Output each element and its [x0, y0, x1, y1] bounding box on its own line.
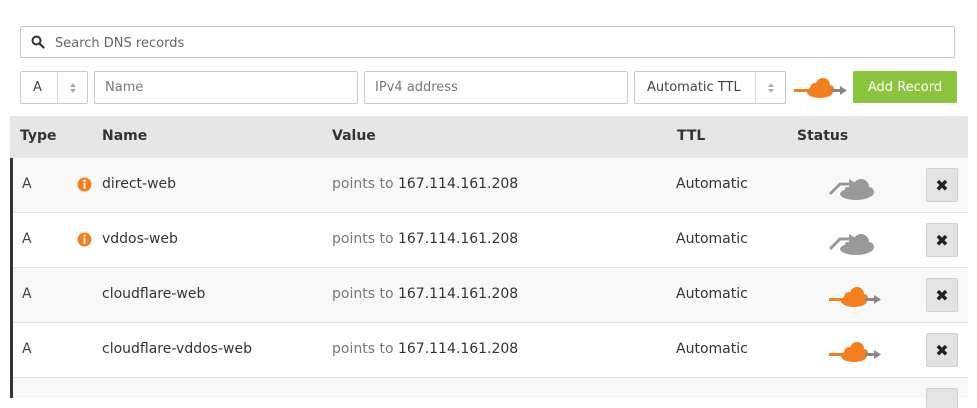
warning-info-icon[interactable] [77, 177, 92, 192]
record-name[interactable]: cloudflare-web [102, 286, 205, 302]
ttl-select[interactable]: Automatic TTL [634, 71, 786, 104]
delete-record-button[interactable]: ✖ [926, 333, 958, 367]
search-input[interactable] [53, 27, 937, 59]
record-ttl[interactable]: Automatic [676, 176, 748, 192]
close-icon: ✖ [935, 285, 949, 305]
ttl-value: Automatic TTL [647, 80, 741, 95]
points-to-label: points to [332, 341, 394, 357]
search-icon [31, 35, 45, 49]
points-to-label: points to [332, 176, 394, 192]
chevron-down-icon [69, 88, 76, 93]
record-type: A [22, 341, 32, 357]
table-row [13, 378, 968, 408]
record-name[interactable]: direct-web [102, 176, 176, 192]
delete-record-button[interactable] [926, 388, 958, 408]
ipv4-field[interactable] [365, 72, 627, 103]
table-row: A cloudflare-web points to 167.114.161.2… [13, 268, 968, 323]
record-value[interactable]: points to 167.114.161.208 [332, 231, 518, 247]
gray-cloud-icon[interactable] [826, 170, 882, 202]
header-value: Value [332, 128, 376, 144]
add-record-button[interactable]: Add Record [853, 71, 957, 103]
record-type-select[interactable]: A [20, 71, 88, 104]
record-type-stepper[interactable] [57, 72, 87, 103]
record-name[interactable]: cloudflare-vddos-web [102, 341, 252, 357]
gray-cloud-icon[interactable] [826, 225, 882, 257]
orange-cloud-icon[interactable] [826, 280, 882, 312]
delete-record-button[interactable]: ✖ [926, 223, 958, 257]
orange-cloud-icon[interactable] [826, 335, 882, 367]
record-ttl[interactable]: Automatic [676, 286, 748, 302]
record-ttl[interactable]: Automatic [676, 231, 748, 247]
record-value[interactable]: points to 167.114.161.208 [332, 341, 518, 357]
delete-record-button[interactable]: ✖ [926, 168, 958, 202]
name-field-wrap [94, 71, 358, 104]
record-value[interactable]: points to 167.114.161.208 [332, 286, 518, 302]
table-row: A vddos-web points to 167.114.161.208 Au… [13, 213, 968, 268]
header-status: Status [797, 128, 849, 144]
header-type: Type [20, 128, 57, 144]
warning-info-icon[interactable] [77, 232, 92, 247]
search-bar[interactable] [20, 26, 955, 59]
chevron-down-icon [767, 88, 774, 93]
table-body: A direct-web points to 167.114.161.208 A… [10, 158, 968, 408]
close-icon: ✖ [935, 230, 949, 250]
record-type: A [22, 286, 32, 302]
dns-records-table: Type Name Value TTL Status A direct-web … [10, 116, 968, 408]
chevron-up-icon [767, 82, 774, 87]
record-ip: 167.114.161.208 [397, 286, 519, 302]
close-icon: ✖ [935, 340, 949, 360]
record-type: A [22, 176, 32, 192]
header-ttl: TTL [677, 128, 706, 144]
name-field[interactable] [95, 72, 357, 103]
ttl-stepper[interactable] [755, 72, 785, 103]
table-row: A direct-web points to 167.114.161.208 A… [13, 158, 968, 213]
table-header: Type Name Value TTL Status [10, 116, 968, 158]
record-type: A [22, 231, 32, 247]
chevron-up-icon [69, 82, 76, 87]
record-value[interactable]: points to 167.114.161.208 [332, 176, 518, 192]
orange-cloud-icon[interactable] [794, 76, 848, 102]
close-icon: ✖ [935, 175, 949, 195]
table-row: A cloudflare-vddos-web points to 167.114… [13, 323, 968, 378]
record-name[interactable]: vddos-web [102, 231, 178, 247]
record-ttl[interactable]: Automatic [676, 341, 748, 357]
record-ip: 167.114.161.208 [397, 231, 519, 247]
header-name: Name [102, 128, 148, 144]
ipv4-field-wrap [364, 71, 628, 104]
delete-record-button[interactable]: ✖ [926, 278, 958, 312]
record-type-value: A [33, 80, 42, 95]
record-ip: 167.114.161.208 [397, 176, 519, 192]
points-to-label: points to [332, 286, 394, 302]
record-ip: 167.114.161.208 [397, 341, 519, 357]
points-to-label: points to [332, 231, 394, 247]
